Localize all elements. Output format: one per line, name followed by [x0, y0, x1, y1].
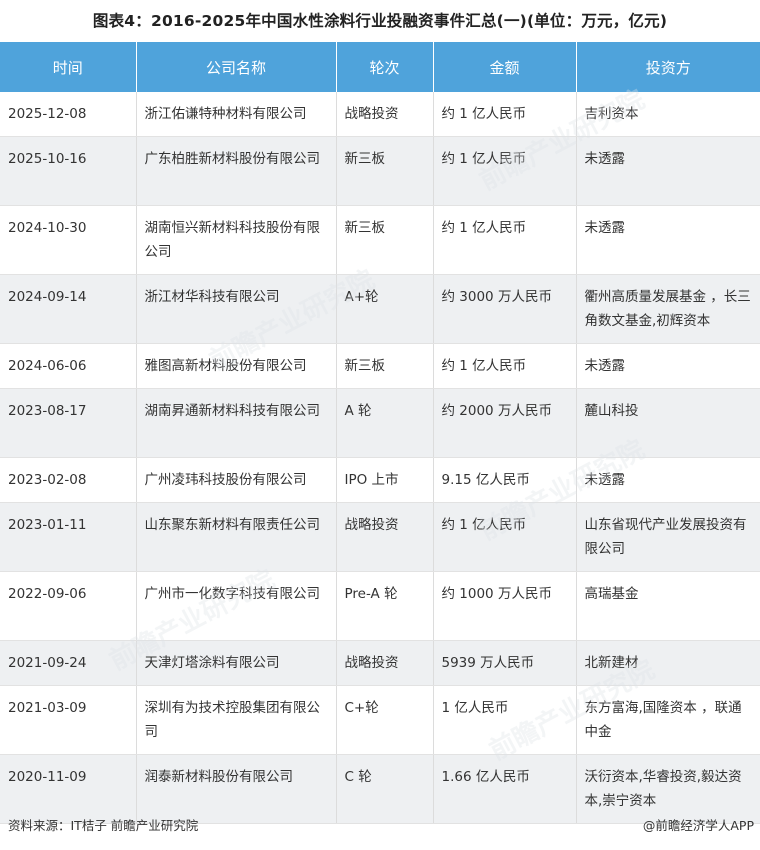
cell-company: 山东聚东新材料有限责任公司: [136, 502, 337, 572]
cell-company: 广东柏胜新材料股份有限公司: [136, 136, 337, 206]
page-title: 图表4：2016-2025年中国水性涂料行业投融资事件汇总(一)(单位：万元，亿…: [92, 12, 668, 30]
cell-company: 广州市一化数字科技有限公司: [136, 571, 337, 641]
cell-round: C+轮: [336, 685, 434, 755]
cell-company: 广州凌玮科技股份有限公司: [136, 457, 337, 503]
cell-company: 浙江佑谦特种材料有限公司: [136, 92, 337, 137]
cell-time: 2024-10-30: [0, 205, 137, 275]
brand-credit: @前瞻经济学人APP: [642, 818, 754, 833]
cell-time: 2023-01-11: [0, 502, 137, 572]
cell-investor: 吉利资本: [576, 92, 760, 137]
table-header-row: 时间 公司名称 轮次 金额 投资方: [0, 42, 760, 92]
cell-time: 2024-09-14: [0, 274, 137, 344]
cell-round: 战略投资: [336, 640, 434, 686]
table-row: 2024-09-14 浙江材华科技有限公司 A+轮 约 3000 万人民币 衢州…: [0, 274, 760, 344]
cell-amount: 9.15 亿人民币: [433, 457, 577, 503]
cell-company: 润泰新材料股份有限公司: [136, 754, 337, 824]
cell-company: 深圳有为技术控股集团有限公司: [136, 685, 337, 755]
table-row: 2023-01-11 山东聚东新材料有限责任公司 战略投资 约 1 亿人民币 山…: [0, 502, 760, 572]
cell-investor: 未透露: [576, 457, 760, 503]
cell-round: A 轮: [336, 388, 434, 458]
cell-amount: 约 1 亿人民币: [433, 92, 577, 137]
cell-amount: 1.66 亿人民币: [433, 754, 577, 824]
cell-amount: 约 1 亿人民币: [433, 343, 577, 389]
header-investor: 投资方: [576, 42, 760, 92]
cell-amount: 约 1 亿人民币: [433, 205, 577, 275]
cell-round: C 轮: [336, 754, 434, 824]
cell-round: 战略投资: [336, 92, 434, 137]
cell-investor: 未透露: [576, 205, 760, 275]
cell-amount: 约 1 亿人民币: [433, 136, 577, 206]
cell-investor: 麓山科投: [576, 388, 760, 458]
header-amount: 金额: [433, 42, 577, 92]
table-row: 2025-10-16 广东柏胜新材料股份有限公司 新三板 约 1 亿人民币 未透…: [0, 136, 760, 206]
cell-round: 新三板: [336, 343, 434, 389]
header-time: 时间: [0, 42, 137, 92]
cell-time: 2021-03-09: [0, 685, 137, 755]
cell-time: 2023-02-08: [0, 457, 137, 503]
investment-events-table: 时间 公司名称 轮次 金额 投资方 2025-12-08 浙江佑谦特种材料有限公…: [0, 42, 760, 824]
cell-amount: 5939 万人民币: [433, 640, 577, 686]
cell-round: 新三板: [336, 205, 434, 275]
table-row: 2023-08-17 湖南昇通新材料科技有限公司 A 轮 约 2000 万人民币…: [0, 388, 760, 458]
cell-investor: 东方富海,国隆资本 ，联通中金: [576, 685, 760, 755]
cell-amount: 约 1 亿人民币: [433, 502, 577, 572]
table-row: 2021-03-09 深圳有为技术控股集团有限公司 C+轮 1 亿人民币 东方富…: [0, 685, 760, 755]
cell-round: 战略投资: [336, 502, 434, 572]
cell-amount: 约 2000 万人民币: [433, 388, 577, 458]
cell-company: 雅图高新材料股份有限公司: [136, 343, 337, 389]
cell-time: 2025-12-08: [0, 92, 137, 137]
cell-time: 2024-06-06: [0, 343, 137, 389]
table-row: 2025-12-08 浙江佑谦特种材料有限公司 战略投资 约 1 亿人民币 吉利…: [0, 92, 760, 137]
cell-investor: 山东省现代产业发展投资有限公司: [576, 502, 760, 572]
cell-investor: 高瑞基金: [576, 571, 760, 641]
cell-company: 湖南恒兴新材料科技股份有限公司: [136, 205, 337, 275]
cell-round: IPO 上市: [336, 457, 434, 503]
cell-round: Pre-A 轮: [336, 571, 434, 641]
cell-round: 新三板: [336, 136, 434, 206]
source-note: 资料来源：IT桔子 前瞻产业研究院: [8, 818, 199, 833]
cell-company: 天津灯塔涂料有限公司: [136, 640, 337, 686]
cell-investor: 未透露: [576, 343, 760, 389]
table-row: 2024-10-30 湖南恒兴新材料科技股份有限公司 新三板 约 1 亿人民币 …: [0, 205, 760, 275]
cell-investor: 未透露: [576, 136, 760, 206]
cell-time: 2021-09-24: [0, 640, 137, 686]
cell-amount: 约 3000 万人民币: [433, 274, 577, 344]
cell-investor: 沃衍资本,华睿投资,毅达资本,崇宁资本: [576, 754, 760, 824]
table-row: 2020-11-09 润泰新材料股份有限公司 C 轮 1.66 亿人民币 沃衍资…: [0, 754, 760, 824]
cell-investor: 北新建材: [576, 640, 760, 686]
header-round: 轮次: [336, 42, 434, 92]
cell-time: 2022-09-06: [0, 571, 137, 641]
cell-amount: 约 1000 万人民币: [433, 571, 577, 641]
cell-round: A+轮: [336, 274, 434, 344]
cell-company: 浙江材华科技有限公司: [136, 274, 337, 344]
cell-amount: 1 亿人民币: [433, 685, 577, 755]
cell-time: 2020-11-09: [0, 754, 137, 824]
cell-company: 湖南昇通新材料科技有限公司: [136, 388, 337, 458]
table-row: 2023-02-08 广州凌玮科技股份有限公司 IPO 上市 9.15 亿人民币…: [0, 457, 760, 503]
cell-time: 2023-08-17: [0, 388, 137, 458]
cell-investor: 衢州高质量发展基金 ，长三角数文基金,初辉资本: [576, 274, 760, 344]
table-row: 2021-09-24 天津灯塔涂料有限公司 战略投资 5939 万人民币 北新建…: [0, 640, 760, 686]
table-row: 2024-06-06 雅图高新材料股份有限公司 新三板 约 1 亿人民币 未透露: [0, 343, 760, 389]
table-row: 2022-09-06 广州市一化数字科技有限公司 Pre-A 轮 约 1000 …: [0, 571, 760, 641]
header-company: 公司名称: [136, 42, 337, 92]
cell-time: 2025-10-16: [0, 136, 137, 206]
